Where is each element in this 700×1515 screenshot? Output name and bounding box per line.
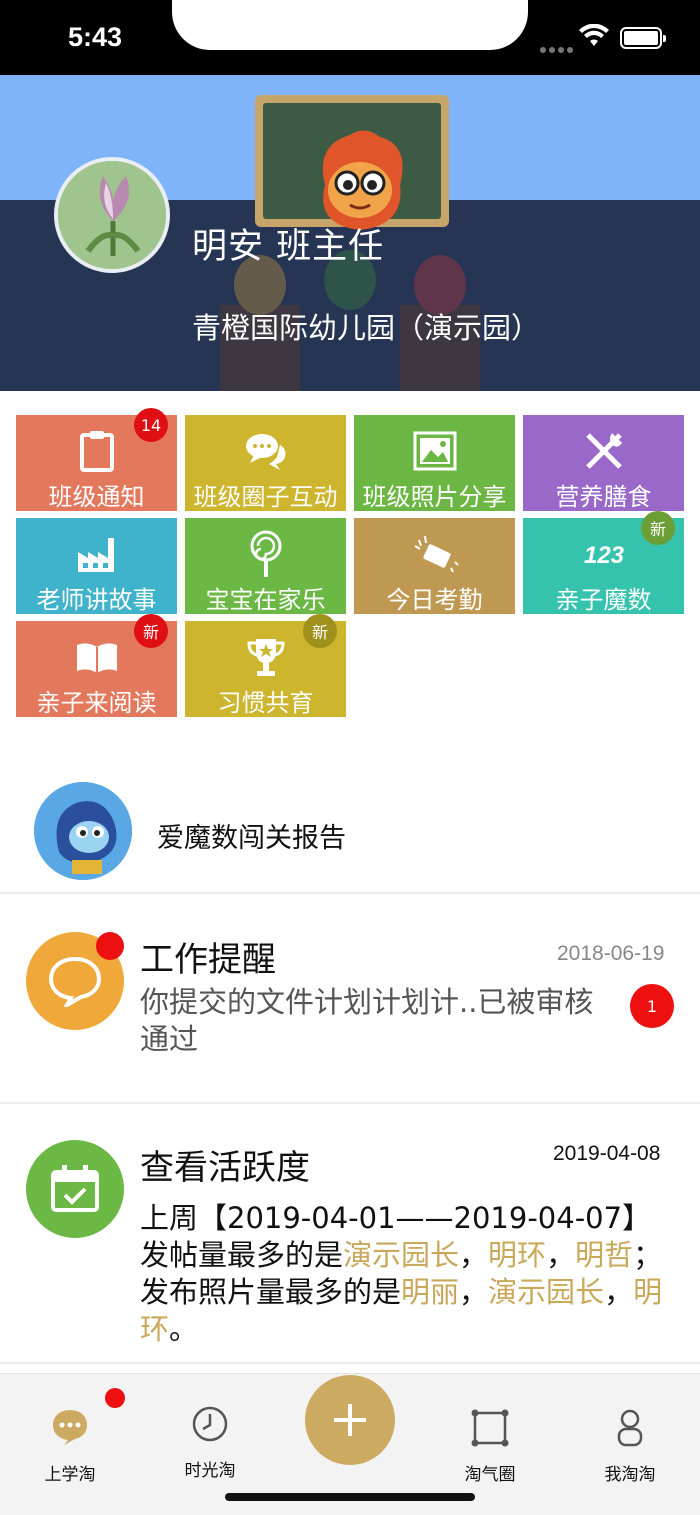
message-date: 2019-04-08 bbox=[553, 1142, 661, 1165]
body-text: ， bbox=[604, 1275, 634, 1309]
home-indicator bbox=[225, 1493, 475, 1501]
message-title: 工作提醒 bbox=[140, 940, 276, 980]
message-title: 查看活跃度 bbox=[140, 1148, 310, 1188]
grid-tile[interactable]: 班级通知 14 bbox=[16, 408, 177, 511]
chat-bubbles-icon bbox=[185, 429, 346, 473]
unread-dot bbox=[96, 932, 124, 960]
add-button[interactable] bbox=[305, 1375, 395, 1465]
grid-tile-label: 老师讲故事 bbox=[36, 586, 157, 614]
profile-header: 明安 班主任 青橙国际幼儿园（演示园） bbox=[0, 75, 700, 391]
battery-icon bbox=[620, 27, 666, 49]
grid-tile[interactable]: 老师讲故事 bbox=[16, 518, 177, 614]
grid-tile-label: 班级圈子互动 bbox=[193, 483, 338, 511]
photo-icon bbox=[354, 429, 515, 473]
badge: 14 bbox=[134, 408, 168, 442]
tab-circle[interactable]: 淘气圈 bbox=[430, 1374, 550, 1485]
signal-icon bbox=[540, 38, 576, 57]
wifi-icon bbox=[578, 23, 610, 52]
grid-tile[interactable]: 123 亲子魔数 新 bbox=[523, 511, 684, 614]
chat-bubble-icon bbox=[50, 1406, 90, 1446]
user-avatar[interactable] bbox=[54, 157, 170, 273]
person-icon bbox=[610, 1408, 650, 1448]
tab-unread-dot bbox=[105, 1388, 125, 1408]
body-text: 。 bbox=[169, 1312, 199, 1346]
grid-tile[interactable]: 今日考勤 bbox=[354, 518, 515, 614]
grid-tile[interactable]: 习惯共育 新 bbox=[185, 614, 346, 717]
svg-text:123: 123 bbox=[583, 542, 624, 569]
grid-tile-label: 班级照片分享 bbox=[362, 483, 507, 511]
body-text: ， bbox=[459, 1275, 489, 1309]
unread-count-badge: 1 bbox=[630, 984, 674, 1028]
grid-tile-label: 班级通知 bbox=[48, 483, 145, 511]
grid-tile-label: 亲子来阅读 bbox=[36, 689, 157, 717]
magic-report-row[interactable]: 爱魔数闯关报告 bbox=[0, 770, 700, 894]
grid-tile-label: 营养膳食 bbox=[555, 483, 652, 511]
name-link[interactable]: 演示园长 bbox=[488, 1275, 604, 1309]
badge: 新 bbox=[303, 614, 337, 648]
grid-tile-label: 今日考勤 bbox=[386, 586, 483, 614]
status-bar: 5:43 bbox=[0, 0, 700, 75]
body-text: ， bbox=[546, 1238, 576, 1272]
badge: 新 bbox=[134, 614, 168, 648]
square-frame-icon bbox=[470, 1408, 510, 1448]
user-name: 明安 班主任 bbox=[192, 227, 385, 267]
body-text: 发帖量最多的是 bbox=[140, 1238, 344, 1272]
message-row-work-reminder[interactable]: 工作提醒 2018-06-19 你提交的文件计划计划计..已被审核通过 1 bbox=[0, 896, 700, 1104]
grid-tile-label: 宝宝在家乐 bbox=[205, 586, 326, 614]
tab-time[interactable]: 时光淘 bbox=[150, 1374, 270, 1484]
body-date-range: 上周【2019-04-01——2019-04-07】 bbox=[140, 1201, 652, 1235]
name-link[interactable]: 明哲 bbox=[575, 1238, 633, 1272]
message-body: 你提交的文件计划计划计..已被审核通过 bbox=[140, 985, 594, 1056]
status-time: 5:43 bbox=[68, 22, 123, 52]
tab-label: 淘气圈 bbox=[464, 1465, 516, 1485]
calendar-check-icon bbox=[26, 1140, 124, 1238]
tab-me[interactable]: 我淘淘 bbox=[570, 1374, 690, 1485]
factory-icon bbox=[16, 532, 177, 576]
grid-tile[interactable]: 亲子来阅读 新 bbox=[16, 614, 177, 717]
lollipop-icon bbox=[185, 530, 346, 577]
message-date: 2018-06-19 bbox=[557, 942, 665, 965]
grid-tile[interactable]: 班级照片分享 bbox=[354, 415, 515, 511]
grid-tile-label: 亲子魔数 bbox=[555, 586, 652, 614]
grid-tile[interactable]: 班级圈子互动 bbox=[185, 415, 346, 511]
message-body: 上周【2019-04-01——2019-04-07】 发帖量最多的是演示园长，明… bbox=[140, 1200, 670, 1348]
badge: 新 bbox=[641, 511, 675, 545]
grid-tile[interactable]: 宝宝在家乐 bbox=[185, 518, 346, 614]
clock-icon bbox=[190, 1404, 230, 1444]
grid-tile-label: 习惯共育 bbox=[217, 689, 314, 717]
tab-label: 我淘淘 bbox=[604, 1465, 656, 1485]
tab-label: 时光淘 bbox=[184, 1461, 236, 1481]
notch bbox=[172, 0, 528, 50]
grid-tile[interactable]: 营养膳食 bbox=[523, 415, 684, 511]
plus-icon bbox=[334, 1404, 366, 1436]
tab-label: 上学淘 bbox=[44, 1465, 96, 1485]
card-swipe-icon bbox=[354, 532, 515, 576]
fork-knife-icon bbox=[523, 429, 684, 473]
message-row-activity[interactable]: 查看活跃度 2019-04-08 上周【2019-04-01——2019-04-… bbox=[0, 1104, 700, 1364]
school-name: 青橙国际幼儿园（演示园） bbox=[192, 311, 541, 345]
name-link[interactable]: 演示园长 bbox=[343, 1238, 459, 1272]
body-text: ， bbox=[459, 1238, 489, 1272]
name-link[interactable]: 明丽 bbox=[401, 1275, 459, 1309]
mascot-avatar bbox=[34, 782, 132, 880]
name-link[interactable]: 明环 bbox=[488, 1238, 546, 1272]
magic-report-label: 爱魔数闯关报告 bbox=[157, 823, 346, 854]
